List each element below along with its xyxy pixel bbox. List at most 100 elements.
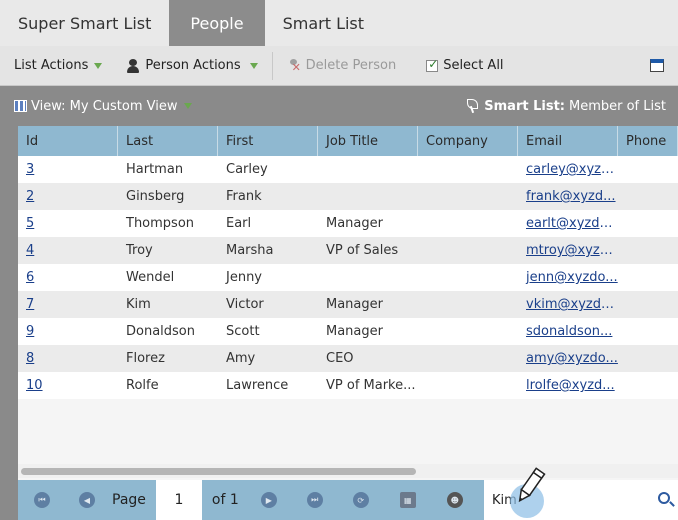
last-name-cell: Kim xyxy=(126,297,151,312)
first-name-cell: Scott xyxy=(226,324,260,339)
person-id-link[interactable]: 8 xyxy=(18,345,118,372)
person-id-link[interactable]: 2 xyxy=(18,183,118,210)
column-header-id[interactable]: Id xyxy=(18,126,118,156)
person-actions-menu[interactable]: Person Actions xyxy=(112,46,267,86)
table-row[interactable]: 8 Florez Amy CEO amy@xyzdo... xyxy=(18,345,678,372)
person-actions-label: Person Actions xyxy=(145,58,241,73)
search-icon[interactable] xyxy=(658,492,670,504)
phone-cell xyxy=(618,210,678,237)
page-number-input[interactable] xyxy=(155,480,202,520)
first-name-cell: Earl xyxy=(226,216,252,231)
smart-list-value: Member of List xyxy=(569,98,666,114)
person-id-link[interactable]: 6 xyxy=(18,264,118,291)
horizontal-scrollbar[interactable] xyxy=(18,464,678,478)
column-editor-icon[interactable]: ▦ xyxy=(399,492,416,508)
smart-list-icon xyxy=(467,99,479,113)
table-row[interactable]: 2 Ginsberg Frank frank@xyzd... xyxy=(18,183,678,210)
job-title-cell: Manager xyxy=(326,297,383,312)
person-id-link[interactable]: 9 xyxy=(18,318,118,345)
first-page-icon[interactable]: ⏮ xyxy=(34,492,50,508)
scrollbar-thumb[interactable] xyxy=(21,468,416,475)
table-row[interactable]: 3 Hartman Carley carley@xyzd... xyxy=(18,156,678,183)
table-row[interactable]: 4 Troy Marsha VP of Sales mtroy@xyzd... xyxy=(18,237,678,264)
table-row[interactable]: 10 Rolfe Lawrence VP of Marke... lrolfe@… xyxy=(18,372,678,399)
tab-people[interactable]: People xyxy=(169,0,265,46)
view-label: View: My Custom View xyxy=(31,98,178,114)
person-icon xyxy=(126,58,140,73)
people-grid: Id Last First Job Title Company Email Ph… xyxy=(18,126,678,480)
phone-cell xyxy=(618,372,678,399)
phone-cell xyxy=(618,264,678,291)
column-header-email[interactable]: Email xyxy=(518,126,618,156)
dropdown-arrow-icon xyxy=(249,62,258,69)
column-header-last[interactable]: Last xyxy=(118,126,218,156)
delete-person-button[interactable]: Delete Person xyxy=(277,46,407,86)
smart-list-indicator[interactable]: Smart List: Member of List xyxy=(467,99,678,114)
person-id-link[interactable]: 5 xyxy=(18,210,118,237)
person-id-link[interactable]: 4 xyxy=(18,237,118,264)
last-name-cell: Troy xyxy=(126,243,153,258)
email-link[interactable]: amy@xyzdo... xyxy=(518,345,618,372)
first-name-cell: Lawrence xyxy=(226,378,289,393)
filter-people-icon[interactable]: ☻ xyxy=(446,492,463,508)
email-link[interactable]: jenn@xyzdo... xyxy=(518,264,618,291)
grid-body: 3 Hartman Carley carley@xyzd... 2 Ginsbe… xyxy=(18,156,678,399)
tab-bar: Super Smart List People Smart List xyxy=(0,0,678,46)
refresh-icon[interactable]: ⟳ xyxy=(352,492,369,508)
email-link[interactable]: mtroy@xyzd... xyxy=(518,237,618,264)
email-link[interactable]: carley@xyzd... xyxy=(518,156,618,183)
email-link[interactable]: vkim@xyzdo... xyxy=(518,291,618,318)
list-actions-label: List Actions xyxy=(14,58,89,73)
job-title-cell xyxy=(318,264,418,291)
pencil-cursor-icon xyxy=(508,466,552,518)
phone-cell xyxy=(618,237,678,264)
dropdown-arrow-icon xyxy=(184,103,193,109)
job-title-cell: VP of Marke... xyxy=(326,378,416,393)
last-name-cell: Wendel xyxy=(126,270,175,285)
select-all-label: Select All xyxy=(443,58,504,73)
column-header-phone[interactable]: Phone xyxy=(618,126,678,156)
phone-cell xyxy=(618,345,678,372)
phone-cell xyxy=(618,156,678,183)
email-link[interactable]: lrolfe@xyzd... xyxy=(518,372,618,399)
job-title-cell xyxy=(318,156,418,183)
previous-page-icon[interactable]: ◀ xyxy=(79,492,95,508)
column-header-first[interactable]: First xyxy=(218,126,318,156)
first-name-cell: Frank xyxy=(226,189,262,204)
delete-person-icon xyxy=(287,58,301,74)
tab-super-smart-list[interactable]: Super Smart List xyxy=(0,0,169,46)
tab-smart-list[interactable]: Smart List xyxy=(265,0,382,46)
email-link[interactable]: earlt@xyzdo... xyxy=(518,210,618,237)
next-page-icon[interactable]: ▶ xyxy=(260,492,277,508)
person-id-link[interactable]: 10 xyxy=(18,372,118,399)
smart-list-label: Smart List: xyxy=(484,98,565,114)
list-actions-menu[interactable]: List Actions xyxy=(0,46,112,86)
person-id-link[interactable]: 3 xyxy=(18,156,118,183)
email-link[interactable]: frank@xyzd... xyxy=(518,183,618,210)
column-header-job-title[interactable]: Job Title xyxy=(318,126,418,156)
view-selector[interactable]: View: My Custom View xyxy=(0,98,193,114)
last-name-cell: Thompson xyxy=(126,216,195,231)
table-row[interactable]: 9 Donaldson Scott Manager sdonaldson... xyxy=(18,318,678,345)
table-row[interactable]: 5 Thompson Earl Manager earlt@xyzdo... xyxy=(18,210,678,237)
first-name-cell: Carley xyxy=(226,162,268,177)
page-label: Page xyxy=(112,492,146,508)
last-name-cell: Ginsberg xyxy=(126,189,185,204)
pencil-icon xyxy=(518,467,546,503)
company-cell xyxy=(418,264,518,291)
person-id-link[interactable]: 7 xyxy=(18,291,118,318)
last-page-icon[interactable]: ⏭ xyxy=(306,492,323,508)
pager-bar: ⏮ ◀ Page of 1 ▶ ⏭ ⟳ ▦ ☻ xyxy=(18,480,678,520)
window-icon[interactable] xyxy=(650,59,664,72)
first-name-cell: Jenny xyxy=(226,270,263,285)
first-name-cell: Amy xyxy=(226,351,256,366)
column-header-company[interactable]: Company xyxy=(418,126,518,156)
table-row[interactable]: 7 Kim Victor Manager vkim@xyzdo... xyxy=(18,291,678,318)
table-row[interactable]: 6 Wendel Jenny jenn@xyzdo... xyxy=(18,264,678,291)
select-all-button[interactable]: Select All xyxy=(406,46,513,86)
phone-cell xyxy=(618,291,678,318)
job-title-cell: CEO xyxy=(326,351,354,366)
email-link[interactable]: sdonaldson... xyxy=(518,318,618,345)
job-title-cell: Manager xyxy=(326,324,383,339)
company-cell xyxy=(418,291,518,318)
